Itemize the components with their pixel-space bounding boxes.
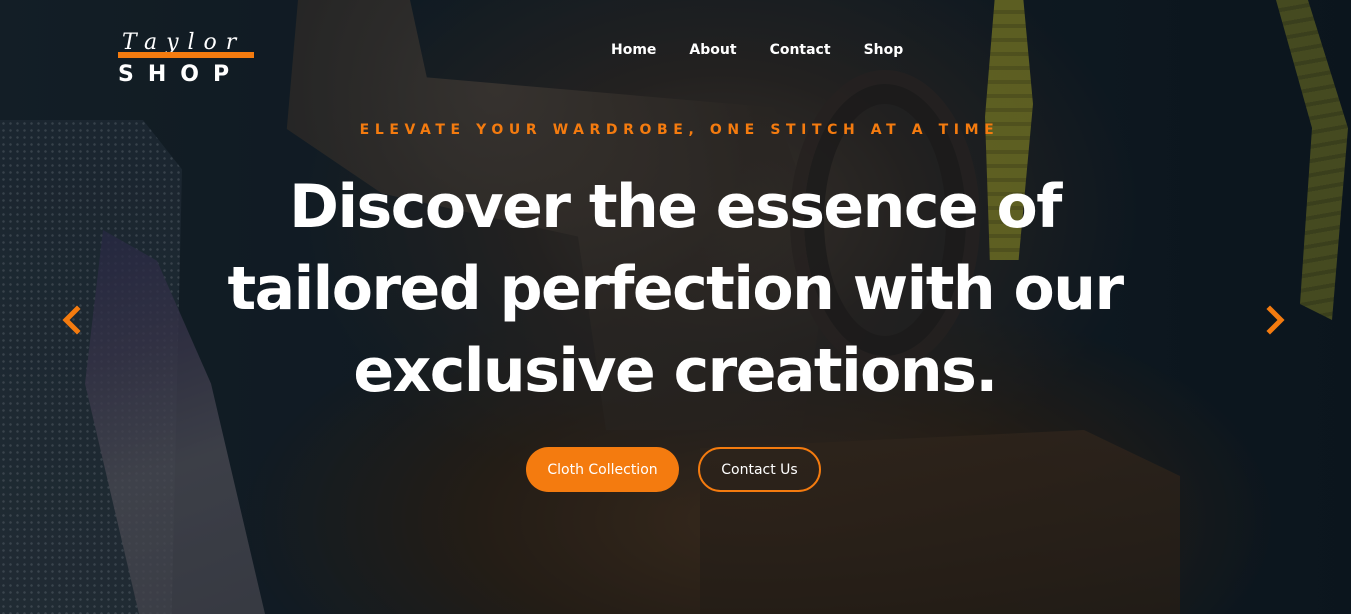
- carousel-next-button[interactable]: [1264, 303, 1288, 337]
- hero-headline: Discover the essence of tailored perfect…: [150, 166, 1200, 412]
- chevron-left-icon: [62, 305, 81, 335]
- headline-line-3: exclusive creations.: [353, 336, 998, 406]
- nav-shop[interactable]: Shop: [864, 41, 904, 59]
- hero-tagline: ELEVATE YOUR WARDROBE, ONE STITCH AT A T…: [359, 122, 1000, 138]
- chevron-right-icon: [1266, 305, 1285, 335]
- nav-about[interactable]: About: [689, 41, 736, 59]
- nav-home[interactable]: Home: [611, 41, 656, 59]
- logo-shop-text: SHOP: [118, 62, 244, 87]
- nav-contact[interactable]: Contact: [770, 41, 831, 59]
- contact-us-button[interactable]: Contact Us: [698, 447, 821, 492]
- headline-line-1: Discover the essence of: [289, 172, 1062, 242]
- carousel-prev-button[interactable]: [59, 303, 83, 337]
- logo-underline: [118, 52, 254, 58]
- headline-line-2: tailored perfection with our: [227, 254, 1124, 324]
- cloth-collection-button[interactable]: Cloth Collection: [526, 447, 679, 492]
- main-nav: Home About Contact Shop: [611, 41, 936, 59]
- site-logo[interactable]: Taylor SHOP: [118, 30, 258, 90]
